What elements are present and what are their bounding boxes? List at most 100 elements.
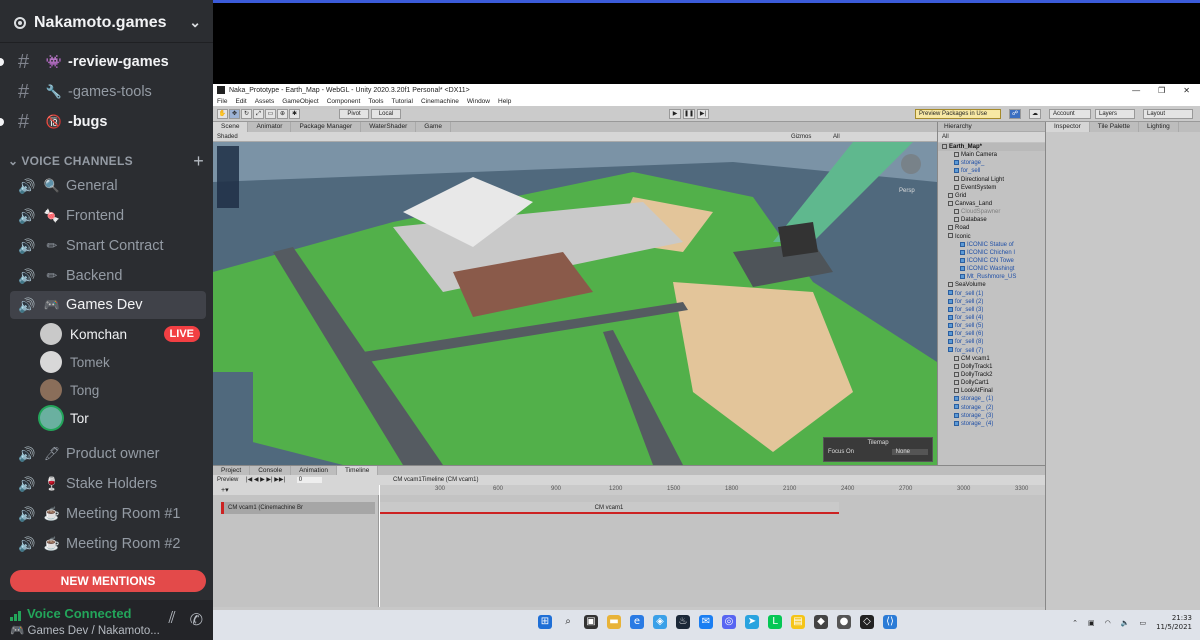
menu-window[interactable]: Window <box>467 98 490 105</box>
unity-editor-icon[interactable]: ◇ <box>860 615 874 629</box>
tab-lighting[interactable]: Lighting <box>1139 122 1179 132</box>
line-icon[interactable]: L <box>768 615 782 629</box>
hierarchy-item[interactable]: CloudSpawner <box>938 208 1045 216</box>
voice-channel-meeting-room-1[interactable]: 🔊 ☕ Meeting Room #1 <box>10 500 206 528</box>
hierarchy-item[interactable]: Database <box>938 216 1045 224</box>
cinemachine-track-header[interactable]: CM vcam1 (Cinemachine Br <box>221 502 375 514</box>
hierarchy-item[interactable]: DollyTrack1 <box>938 363 1045 371</box>
menu-assets[interactable]: Assets <box>255 98 275 105</box>
hierarchy-item[interactable]: ICONIC Washingt <box>938 265 1045 273</box>
obs-icon[interactable]: ● <box>837 615 851 629</box>
search-icon[interactable]: ⌕ <box>561 615 575 629</box>
maximize-icon[interactable]: ❐ <box>1158 86 1165 95</box>
hierarchy-item[interactable]: ICONIC CN Towe <box>938 257 1045 265</box>
channel-review-games[interactable]: # 👾 -review-games <box>0 48 206 76</box>
step-icon[interactable]: ▶| <box>697 109 709 119</box>
channel-bugs[interactable]: # 🔞 -bugs <box>0 108 206 136</box>
hierarchy-item[interactable]: storage_ <box>938 159 1045 167</box>
hierarchy-item[interactable]: storage_ (1) <box>938 395 1045 403</box>
hierarchy-item[interactable]: Main Camera <box>938 151 1045 159</box>
menu-edit[interactable]: Edit <box>235 98 246 105</box>
menu-tutorial[interactable]: Tutorial <box>392 98 413 105</box>
cm-vcam1-clip[interactable]: CM vcam1 <box>379 502 839 514</box>
hierarchy-item[interactable]: Canvas_Land <box>938 200 1045 208</box>
scale-tool-icon[interactable]: ⤢ <box>253 109 264 119</box>
voice-channel-games-dev[interactable]: 🔊 🎮 Games Dev <box>10 291 206 319</box>
hierarchy-item[interactable]: EventSystem <box>938 184 1045 192</box>
voice-user-tomek[interactable]: Tomek <box>40 349 206 375</box>
task-view-icon[interactable]: ▣ <box>584 615 598 629</box>
transform-tool-icon[interactable]: ⊕ <box>277 109 288 119</box>
scene-view-canvas[interactable]: Persp <box>213 142 937 465</box>
hierarchy-item[interactable]: Mt_Rushmore_US <box>938 273 1045 281</box>
preview-toggle[interactable]: Preview <box>217 477 238 483</box>
voice-channel-backend[interactable]: 🔊 ✏ Backend <box>10 262 206 290</box>
tray-chevron-icon[interactable]: ⌃ <box>1072 619 1078 627</box>
cloud-icon[interactable]: ☁ <box>1029 109 1041 119</box>
frame-field[interactable]: 0 <box>296 477 323 483</box>
hierarchy-item[interactable]: Iconic <box>938 233 1045 241</box>
hierarchy-item[interactable]: for_sell (6) <box>938 330 1045 338</box>
tab-animator[interactable]: Animator <box>248 122 292 132</box>
file-explorer-icon[interactable]: ▬ <box>607 615 621 629</box>
hierarchy-item[interactable]: for_sell (3) <box>938 306 1045 314</box>
store-icon[interactable]: ◈ <box>653 615 667 629</box>
hierarchy-item[interactable]: for_sell <box>938 167 1045 175</box>
hierarchy-item[interactable]: Earth_Map* <box>938 143 1045 152</box>
hierarchy-item[interactable]: storage_ (4) <box>938 420 1045 428</box>
tab-scene[interactable]: Scene <box>213 122 249 132</box>
hierarchy-item[interactable]: LookAtFinal <box>938 387 1045 395</box>
menu-file[interactable]: File <box>217 98 227 105</box>
voice-channel-product-owner[interactable]: 🔊 🖊 Product owner <box>10 440 206 468</box>
tile-palette-overlay[interactable] <box>217 146 239 208</box>
tab-watershader[interactable]: WaterShader <box>361 122 417 132</box>
hierarchy-item[interactable]: SeaVolume <box>938 281 1045 289</box>
timeline-transport-icons[interactable]: |◀ ◀ ▶ ▶| ▶▶| <box>246 477 285 483</box>
account-dropdown[interactable]: Account <box>1049 109 1091 119</box>
steam-icon[interactable]: ♨ <box>676 615 690 629</box>
wifi-icon[interactable]: ◠ <box>1105 619 1111 627</box>
telegram-icon[interactable]: ➤ <box>745 615 759 629</box>
discord-icon[interactable]: ◎ <box>722 615 736 629</box>
new-mentions-button[interactable]: NEW MENTIONS <box>10 570 206 592</box>
tab-console[interactable]: Console <box>250 466 292 475</box>
hierarchy-item[interactable]: ICONIC Statue of <box>938 241 1045 249</box>
hierarchy-item[interactable]: Directional Light <box>938 176 1045 184</box>
hierarchy-item[interactable]: storage_ (2) <box>938 404 1045 412</box>
minimize-icon[interactable]: — <box>1132 86 1140 95</box>
server-header[interactable]: Nakamoto.games ⌄ <box>0 3 213 43</box>
tab-game[interactable]: Game <box>416 122 451 132</box>
rotate-tool-icon[interactable]: ↻ <box>241 109 252 119</box>
tab-timeline[interactable]: Timeline <box>337 466 379 475</box>
disconnect-icon[interactable]: ✆ <box>190 610 203 630</box>
menu-tools[interactable]: Tools <box>368 98 383 105</box>
layers-dropdown[interactable]: Layers <box>1095 109 1135 119</box>
hierarchy-item[interactable]: CM vcam1 <box>938 355 1045 363</box>
tab-inspector[interactable]: Inspector <box>1046 122 1090 132</box>
voice-channel-general[interactable]: 🔊 🔍 General <box>10 172 206 200</box>
menu-cinemachine[interactable]: Cinemachine <box>421 98 459 105</box>
voice-user-tong[interactable]: Tong <box>40 377 206 403</box>
move-tool-icon[interactable]: ✥ <box>229 109 240 119</box>
scene-gizmo-icon[interactable] <box>901 154 921 174</box>
volume-icon[interactable]: 🔈 <box>1121 619 1130 627</box>
voice-channel-meeting-room-2[interactable]: 🔊 ☕ Meeting Room #2 <box>10 530 206 558</box>
hierarchy-item[interactable]: Road <box>938 224 1045 232</box>
add-track-icon[interactable]: +▾ <box>221 486 229 494</box>
edge-icon[interactable]: e <box>630 615 644 629</box>
scene-search[interactable]: All <box>833 132 840 142</box>
hierarchy-item[interactable]: for_sell (4) <box>938 314 1045 322</box>
tab-animation[interactable]: Animation <box>291 466 337 475</box>
voice-channel-frontend[interactable]: 🔊 🍬 Frontend <box>10 202 206 230</box>
rect-tool-icon[interactable]: ▭ <box>265 109 276 119</box>
hierarchy-item[interactable]: DollyTrack2 <box>938 371 1045 379</box>
system-clock[interactable]: 21:33 11/5/2021 <box>1156 614 1192 632</box>
hand-tool-icon[interactable]: ✋ <box>217 109 228 119</box>
local-toggle[interactable]: Local <box>371 109 401 119</box>
hierarchy-item[interactable]: for_sell (5) <box>938 322 1045 330</box>
menu-component[interactable]: Component <box>327 98 361 105</box>
voice-channel-smart-contract[interactable]: 🔊 ✏ Smart Contract <box>10 232 206 260</box>
chevron-down-icon[interactable]: ⌄ <box>189 14 201 31</box>
noise-suppression-icon[interactable]: ⫽ <box>168 610 175 630</box>
menu-help[interactable]: Help <box>498 98 511 105</box>
